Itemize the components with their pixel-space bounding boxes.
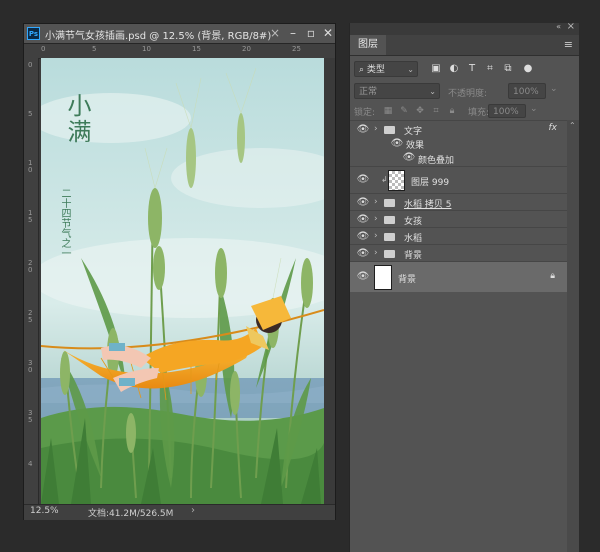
chevron-right-icon[interactable]: › [374,122,382,136]
visibility-eye-icon[interactable]: 👁︎ [356,196,370,210]
document-tab[interactable]: Ps 小满节气女孩插画.psd @ 12.5% (背景, RGB/8#) × –… [24,24,335,44]
pixel-filter-icon[interactable]: ▣ [430,63,442,75]
chevron-right-icon[interactable]: › [374,246,382,260]
fill-label: 填充: [468,108,490,118]
lock-row: 锁定: ▦ ✎ ✥ ⌗ 🔒︎ 填充: 100% ⌄ [354,104,574,120]
panel-close-icon[interactable]: × [567,21,575,32]
folder-icon [384,216,395,224]
lock-artboard-icon[interactable]: ⌗ [430,105,442,117]
layers-panel: « × 图层 ≡ ⌕ 类型 ⌄ ▣ ◐ T ⌗ ⧉ ● 正常 ⌄ 不透明度: 1… [349,21,579,552]
lock-icon: 🔒︎ [550,271,555,281]
folder-icon [384,199,395,207]
type-filter-icon[interactable]: T [466,63,478,75]
fill-dropdown-icon[interactable]: ⌄ [530,104,538,114]
status-bar: 12.5% 文档:41.2M/526.5M › [24,504,335,520]
layer-row-color-overlay[interactable]: 👁︎ 颜色叠加 [350,151,567,166]
canvas-artwork[interactable]: 小满 二十四节气之一 [41,58,324,504]
layer-thumbnail [374,265,392,290]
layer-row-rice[interactable]: 👁︎ › 水稻 [350,227,567,244]
chevron-right-icon[interactable]: › [374,229,382,243]
fill-input[interactable]: 100% [488,104,526,118]
chevron-right-icon[interactable]: › [374,212,382,226]
ruler-corner [24,44,38,58]
tab-layers[interactable]: 图层 [350,35,386,55]
panel-header-bar: « × [350,21,579,35]
status-arrow-icon[interactable]: › [191,505,195,516]
document-window: Ps 小满节气女孩插画.psd @ 12.5% (背景, RGB/8#) × –… [23,23,336,520]
visibility-eye-icon[interactable]: 👁︎ [356,270,370,284]
fx-icon[interactable]: fx [549,123,558,133]
illustration-subtitle: 二十四节气之一 [59,188,70,258]
panel-menu-icon[interactable]: ≡ [564,38,573,51]
layer-name: 背景 [404,251,423,261]
document-size-info: 文档:41.2M/526.5M [88,509,174,519]
visibility-eye-icon[interactable]: 👁︎ [356,123,370,137]
layer-name: 图层 999 [411,178,450,188]
lock-label: 锁定: [354,108,376,118]
layer-name: 女孩 [404,217,423,227]
folder-icon [384,126,395,134]
layer-name: 水稻 [404,234,423,244]
layers-scrollbar[interactable]: ⌃ [567,120,579,552]
search-icon: ⌕ [359,65,367,75]
shape-filter-icon[interactable]: ⌗ [484,63,496,75]
layer-filter-row: ⌕ 类型 ⌄ ▣ ◐ T ⌗ ⧉ ● [354,61,574,79]
collapse-icon[interactable]: « [556,22,561,31]
lock-transparent-icon[interactable]: ▦ [382,105,394,117]
chevron-right-icon[interactable]: › [374,195,382,209]
panel-tab-row: 图层 ≡ [350,35,579,56]
layers-list: 👁︎ › 文字 fx 👁︎ 效果 👁︎ 颜色叠加 👁︎ ↲ 图层 999 👁︎ … [350,120,567,295]
layer-name: 颜色叠加 [418,156,455,166]
filter-toggle-icon[interactable]: ● [522,63,534,75]
visibility-eye-icon[interactable]: 👁︎ [356,173,370,187]
visibility-eye-icon[interactable]: 👁︎ [390,137,404,151]
layer-row-effects[interactable]: 👁︎ 效果 [350,137,567,151]
chevron-down-icon: ⌄ [407,65,414,74]
folder-icon [384,233,395,241]
layer-row-background-group[interactable]: 👁︎ › 背景 [350,244,567,261]
layer-row-rice-copy-5[interactable]: 👁︎ › 水稻 拷贝 5 [350,193,567,210]
filter-kind-select[interactable]: ⌕ 类型 ⌄ [354,61,418,77]
photoshop-icon: Ps [27,27,40,40]
layer-row-girl[interactable]: 👁︎ › 女孩 [350,210,567,227]
adjustment-filter-icon[interactable]: ◐ [448,63,460,75]
opacity-label: 不透明度: [448,89,488,99]
layer-name: 文字 [404,127,423,137]
layer-name: 水稻 拷贝 5 [404,200,452,210]
visibility-eye-icon[interactable]: 👁︎ [402,151,416,165]
tab-close-icon[interactable]: × [270,25,280,41]
folder-icon [384,250,395,258]
layer-name: 背景 [398,275,417,285]
document-title: 小满节气女孩插画.psd @ 12.5% (背景, RGB/8#) [45,31,272,42]
visibility-eye-icon[interactable]: 👁︎ [356,247,370,261]
layer-thumbnail [388,170,405,191]
blend-row: 正常 ⌄ 不透明度: 100% ⌄ [354,83,574,101]
layer-name: 效果 [406,141,425,151]
opacity-input[interactable]: 100% [508,83,546,99]
chevron-up-icon[interactable]: ⌃ [569,121,576,130]
visibility-eye-icon[interactable]: 👁︎ [356,230,370,244]
layer-row-text-group[interactable]: 👁︎ › 文字 fx [350,120,567,137]
window-close-icon[interactable]: ✕ [317,24,339,43]
lock-image-icon[interactable]: ✎ [398,105,410,117]
ruler-left: 0 5 1 0 1 5 2 0 2 5 3 0 3 5 4 [24,58,39,504]
blend-mode-select[interactable]: 正常 ⌄ [354,83,440,99]
lock-all-icon[interactable]: 🔒︎ [446,105,458,117]
ruler-top: 0 5 10 15 20 25 [38,44,335,59]
layer-row-layer-999[interactable]: 👁︎ ↲ 图层 999 [350,166,567,193]
vertical-scrollbar[interactable] [324,58,335,504]
illustration-title: 小满 [63,93,91,145]
opacity-dropdown-icon[interactable]: ⌄ [550,84,558,94]
chevron-down-icon: ⌄ [429,87,436,96]
layer-row-background-selected[interactable]: 👁︎ 背景 🔒︎ [350,261,567,292]
lock-position-icon[interactable]: ✥ [414,105,426,117]
visibility-eye-icon[interactable]: 👁︎ [356,213,370,227]
smart-object-filter-icon[interactable]: ⧉ [502,63,514,75]
zoom-level[interactable]: 12.5% [30,506,59,516]
